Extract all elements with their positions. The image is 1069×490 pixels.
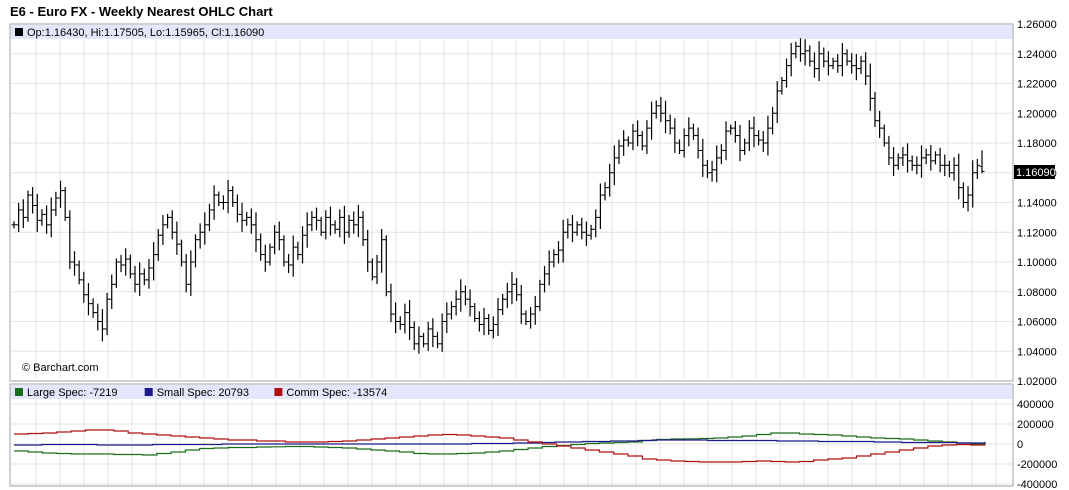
cot-tick-label: 400000	[1017, 399, 1054, 411]
cot-panel: Large Spec: -7219 Small Spec: 20793 Comm S…	[9, 383, 1057, 490]
price-axis: 1.26000 1.24000 1.22000 1.20000 1.18000 1.160…	[1017, 19, 1057, 388]
cot-legend-label: Small Spec: 20793	[157, 387, 249, 399]
cot-tick-label: -400000	[1017, 479, 1057, 490]
last-price-label: 1.16090	[1016, 167, 1056, 179]
price-tick-label: 1.12000	[1017, 227, 1057, 239]
price-tick-label: 1.24000	[1017, 49, 1057, 61]
cot-legend-swatch	[144, 388, 153, 396]
price-tick-label: 1.18000	[1017, 138, 1057, 150]
cot-axis: 400000 200000 0 -200000 -400000	[1017, 399, 1057, 490]
cot-legend-swatch	[274, 388, 283, 396]
cot-tick-label: -200000	[1017, 459, 1057, 471]
cot-tick-label: 0	[1017, 439, 1023, 451]
price-panel: Op:1.16430, Hi:1.17505, Lo:1.15965, Cl:1…	[9, 19, 1057, 388]
ohlc-legend-text: Op:1.16430, Hi:1.17505, Lo:1.15965, Cl:1…	[27, 27, 264, 39]
price-tick-label: 1.04000	[1017, 346, 1057, 358]
price-tick-label: 1.08000	[1017, 287, 1057, 299]
cot-legend-label: Large Spec: -7219	[27, 387, 118, 399]
price-tick-label: 1.20000	[1017, 108, 1057, 120]
price-tick-label: 1.06000	[1017, 317, 1057, 329]
cot-legend-swatch	[15, 388, 23, 396]
cot-legend: Large Spec: -7219 Small Spec: 20793 Comm S…	[15, 387, 387, 399]
price-tick-label: 1.02000	[1017, 376, 1057, 388]
price-tick-label: 1.26000	[1017, 19, 1057, 31]
price-tick-label: 1.10000	[1017, 257, 1057, 269]
chart-canvas: Op:1.16430, Hi:1.17505, Lo:1.15965, Cl:1…	[9, 19, 1057, 490]
ohlc-legend-swatch	[15, 28, 23, 36]
cot-legend-label: Comm Spec: -13574	[286, 387, 387, 399]
price-tick-label: 1.14000	[1017, 198, 1057, 210]
cot-tick-label: 200000	[1017, 419, 1054, 431]
price-tick-label: 1.22000	[1017, 79, 1057, 91]
watermark: © Barchart.com	[22, 362, 99, 374]
